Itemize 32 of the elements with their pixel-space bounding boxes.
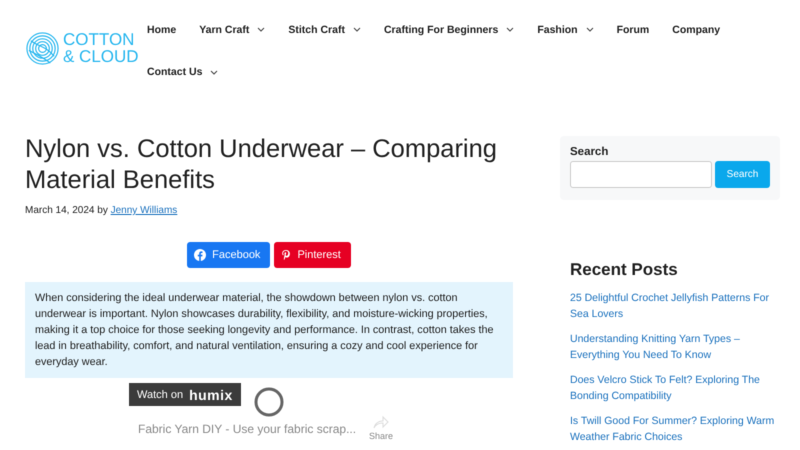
summary-paragraph: When considering the ideal underwear material, the showdown between nylon vs. cotton underwear is important. Nylon showcases durability, flexibility, and moisture-wicking properties, making it a top choice for those seeking longevity and performance. In contrast, cotton takes the lead in breathability, comfort, and natural ventilation, ensuring a cozy and cool experience for everyday wear. — [25, 282, 513, 378]
share-label: Share — [369, 431, 394, 441]
recent-post-link[interactable]: Understanding Knitting Yarn Types – Everything You Need To Know — [570, 331, 775, 363]
author-link[interactable]: Jenny Williams — [110, 205, 178, 216]
byline-text: by — [97, 205, 108, 216]
recent-post-link[interactable]: 25 Delightful Crochet Jellyfish Patterns For Sea Lovers — [570, 290, 775, 322]
nav-link[interactable]: Crafting For Beginners — [384, 11, 536, 48]
post-date: March 14, 2024 — [25, 205, 94, 216]
recent-post-link[interactable]: Is Twill Good For Summer? Exploring Warm Weather Fabric Choices — [570, 413, 775, 445]
logo-text: COTTON — [63, 31, 136, 48]
share-button[interactable]: Pinterest — [274, 242, 351, 268]
section-heading: Recent Posts — [570, 260, 679, 280]
search-field[interactable] — [570, 161, 712, 188]
nav-link[interactable]: Forum — [616, 11, 672, 48]
share-button[interactable]: Facebook — [187, 242, 270, 268]
logo-text: & CLOUD — [63, 48, 139, 65]
article-title: Nylon vs. Cotton Underwear – Comparing Material Benefits — [25, 134, 498, 196]
recent-post-link[interactable]: Does Velcro Stick To Felt? Exploring The Bonding Compatibility — [570, 372, 775, 404]
nav-link[interactable]: Yarn Craft — [199, 11, 288, 48]
nav-link[interactable]: Contact Us — [147, 54, 240, 90]
video-title: Fabric Yarn DIY - Use your fabric scrap... — [138, 422, 356, 436]
watch-on-button[interactable]: Watch on humix — [129, 383, 241, 406]
nav-link[interactable]: Company — [672, 11, 742, 48]
nav-link[interactable]: Stitch Craft — [288, 11, 383, 48]
yarn-ball-icon — [25, 30, 60, 66]
loading-spinner-icon — [253, 386, 285, 418]
pinterest-icon — [281, 249, 292, 261]
share-icon — [373, 415, 390, 429]
search-label: Search — [570, 146, 610, 158]
nav-link[interactable]: Home — [147, 11, 198, 48]
nav-link[interactable]: Fashion — [537, 11, 616, 48]
facebook-icon — [194, 249, 206, 261]
